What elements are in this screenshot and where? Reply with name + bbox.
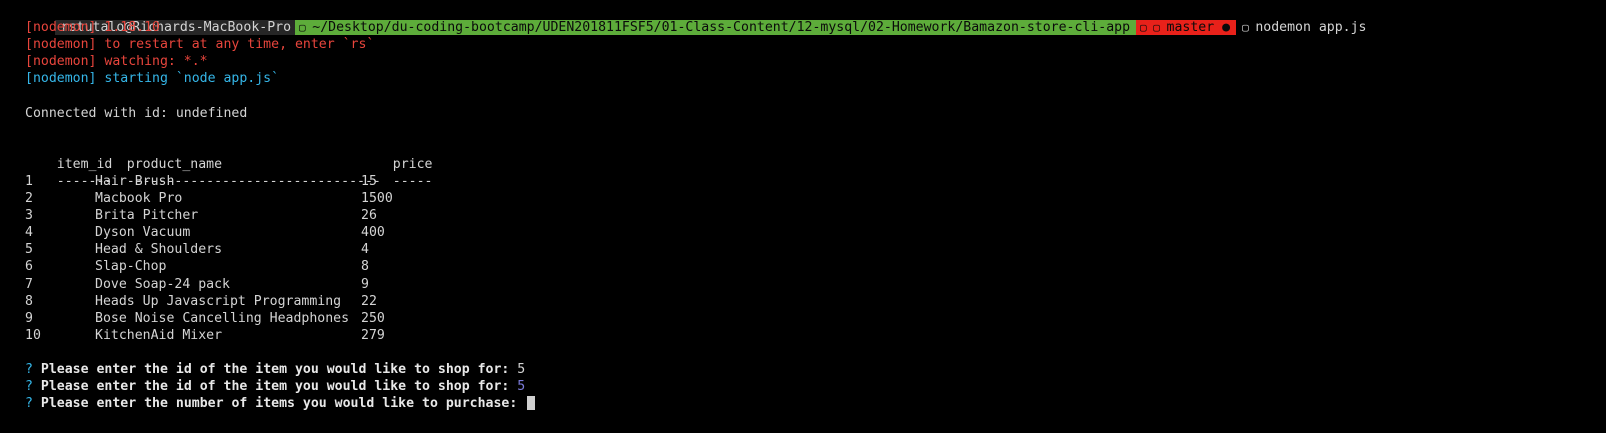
header-item-id: item_id [56, 156, 113, 172]
table-row: 6 Slap-Chop 8 [25, 258, 1606, 275]
row-product-name: Slap-Chop [95, 259, 167, 275]
row-product-name: KitchenAid Mixer [95, 327, 223, 343]
row-item-id: 1 [25, 173, 33, 189]
row-product-name: Brita Pitcher [95, 208, 199, 224]
typed-command: nodemon app.js [1255, 20, 1367, 36]
row-price: 9 [361, 276, 369, 292]
row-product-name: Heads Up Javascript Programming [95, 293, 342, 309]
question-answer: 5 [517, 379, 526, 395]
row-product-name: Dove Soap-24 pack [95, 276, 230, 292]
question-shop-id-2: ? Please enter the id of the item you wo… [25, 378, 1606, 395]
table-row: 2 Macbook Pro 1500 [25, 190, 1606, 207]
text-cursor [527, 396, 536, 411]
row-product-name: Bose Noise Cancelling Headphones [95, 310, 350, 326]
row-item-id: 6 [25, 259, 33, 275]
terminal[interactable]: rstutalo@Richards-MacBook-Pro ▢ ~/Desktop… [0, 0, 1606, 412]
table-row: 9 Bose Noise Cancelling Headphones 250 [25, 310, 1606, 327]
row-item-id: 8 [25, 293, 33, 309]
table-row: 3 Brita Pitcher 26 [25, 207, 1606, 224]
row-price: 1500 [361, 191, 393, 207]
row-price: 250 [361, 310, 385, 326]
row-item-id: 10 [25, 327, 41, 343]
question-text: Please enter the id of the item you woul… [40, 379, 518, 395]
prompt-path: ~/Desktop/du-coding-bootcamp/UDEN201811F… [312, 20, 1131, 36]
question-answer: 5 [517, 361, 526, 377]
table-row: 4 Dyson Vacuum 400 [25, 224, 1606, 241]
divider-price: ----- [392, 173, 433, 189]
table-row: 8 Heads Up Javascript Programming 22 [25, 293, 1606, 310]
question-mark: ? [25, 361, 33, 377]
row-price: 8 [361, 259, 369, 275]
segment-separator-icon: ▢ [1242, 21, 1256, 35]
question-text: Please enter the number of items you wou… [40, 396, 526, 412]
row-product-name: Macbook Pro [95, 191, 183, 207]
nodemon-starting: [nodemon] starting `node app.js` [25, 71, 280, 87]
row-product-name: Dyson Vacuum [95, 225, 191, 241]
segment-separator-icon: ▢ [299, 21, 313, 35]
table-row: 7 Dove Soap-24 pack 9 [25, 276, 1606, 293]
row-price: 26 [361, 208, 377, 224]
git-branch: master ● [1166, 20, 1231, 36]
row-item-id: 4 [25, 225, 33, 241]
row-price: 15 [361, 173, 377, 189]
question-quantity[interactable]: ? Please enter the number of items you w… [25, 395, 1606, 412]
prompt-git-segment: ▢ ▢ master ● [1136, 20, 1237, 36]
header-price: price [392, 156, 433, 172]
prompt-path-segment: ▢ ~/Desktop/du-coding-bootcamp/UDEN20181… [295, 20, 1137, 36]
prompt-command-segment: ▢ nodemon app.js [1236, 20, 1366, 35]
header-product-name: product_name [126, 156, 223, 172]
row-item-id: 5 [25, 242, 33, 258]
row-item-id: 2 [25, 191, 33, 207]
row-item-id: 3 [25, 208, 33, 224]
connection-status: Connected with id: undefined [25, 105, 248, 121]
segment-separator-icon: ▢ ▢ [1140, 21, 1167, 35]
table-header-row: item_id product_name price [25, 139, 1606, 172]
row-price: 279 [361, 327, 385, 343]
question-shop-id-1: ? Please enter the id of the item you wo… [25, 361, 1606, 378]
table-row: 5 Head & Shoulders 4 [25, 241, 1606, 258]
row-price: 22 [361, 293, 377, 309]
question-text: Please enter the id of the item you woul… [40, 361, 518, 377]
row-product-name: Hair Brush [95, 173, 175, 189]
row-item-id: 7 [25, 276, 33, 292]
nodemon-watching: [nodemon] watching: *.* [25, 54, 208, 70]
nodemon-restart-hint: [nodemon] to restart at any time, enter … [25, 37, 375, 53]
question-mark: ? [25, 396, 33, 412]
row-item-id: 9 [25, 310, 33, 326]
row-product-name: Head & Shoulders [95, 242, 223, 258]
row-price: 4 [361, 242, 369, 258]
table-row: 1 Hair Brush 15 [25, 173, 1606, 190]
table-row: 10 KitchenAid Mixer 279 [25, 327, 1606, 344]
shell-prompt: rstutalo@Richards-MacBook-Pro ▢ ~/Desktop… [23, 2, 1606, 36]
question-mark: ? [25, 379, 33, 395]
row-price: 400 [361, 225, 385, 241]
